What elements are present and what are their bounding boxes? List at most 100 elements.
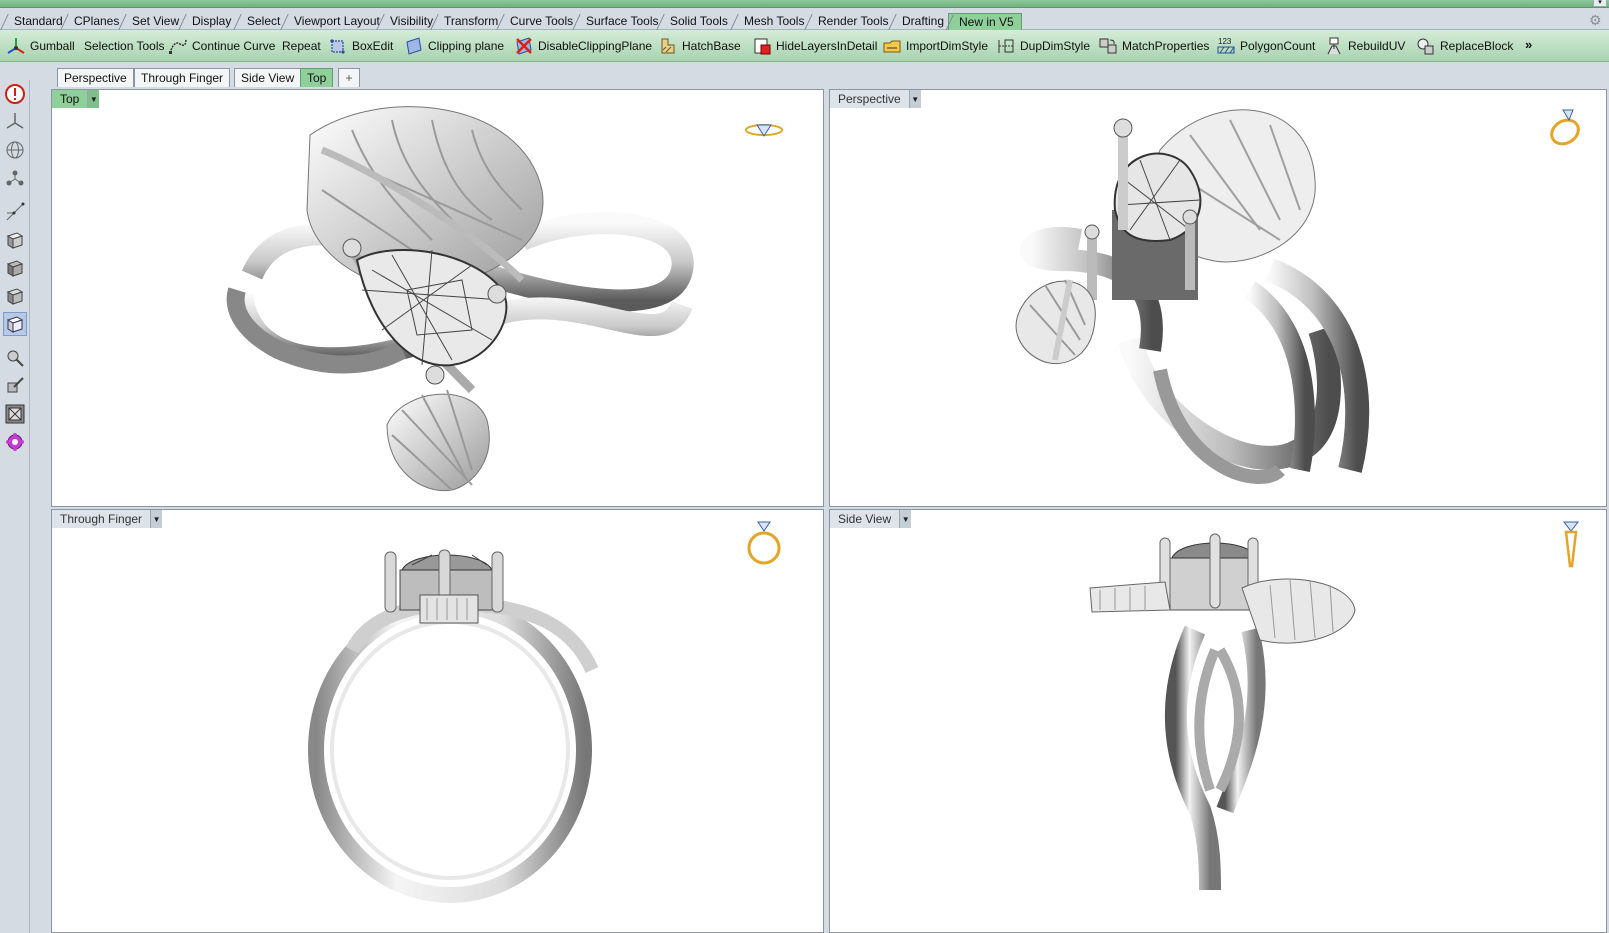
clipping-plane-button[interactable]: Clipping plane xyxy=(404,34,504,58)
left-tool-globe[interactable] xyxy=(3,138,27,162)
edit-pen-icon xyxy=(7,350,24,367)
polygon-count-label: PolygonCount xyxy=(1240,39,1316,53)
command-toolbar: Gumball Selection Tools Continue Curve R… xyxy=(0,30,1609,62)
viewport-side-view[interactable]: Side View ▼ xyxy=(829,509,1607,933)
ring-side-view xyxy=(1089,533,1356,891)
tab-mesh-tools[interactable]: Mesh Tools xyxy=(734,13,811,30)
hide-layers-in-detail-button[interactable]: HideLayersInDetail xyxy=(752,34,877,58)
tab-surface-tools[interactable]: Surface Tools xyxy=(576,13,666,30)
tab-top[interactable]: Top xyxy=(300,68,334,87)
hatchbase-icon xyxy=(661,38,675,54)
viewport-menu-arrow-icon[interactable]: ▼ xyxy=(150,510,163,528)
rebuild-uv-button[interactable]: RebuildUV xyxy=(1324,34,1405,58)
toolbar-group-tabs: Standard CPlanes Set View Display Select… xyxy=(0,10,1609,30)
hatchbase-button[interactable]: HatchBase xyxy=(658,34,741,58)
replace-block-button[interactable]: ReplaceBlock xyxy=(1416,34,1513,58)
viewport-side-view-label[interactable]: Side View ▼ xyxy=(830,510,912,528)
disable-clipping-plane-button[interactable]: DisableClippingPlane xyxy=(514,34,652,58)
box-view-3-icon xyxy=(6,288,24,305)
left-tool-cplane[interactable] xyxy=(3,110,27,134)
tab-solid-tools[interactable]: Solid Tools xyxy=(660,13,735,30)
tab-set-view[interactable]: Set View xyxy=(122,13,186,30)
scroll-arrow-icon[interactable]: ▾ xyxy=(1593,0,1607,7)
gumball-label: Gumball xyxy=(30,39,75,53)
tab-cplanes[interactable]: CPlanes xyxy=(64,13,126,30)
cplane-icon xyxy=(6,113,24,129)
viewport-top-label[interactable]: Top ▼ xyxy=(52,90,100,108)
viewport-perspective-label[interactable]: Perspective ▼ xyxy=(830,90,921,108)
ring-nav-perspective-icon[interactable] xyxy=(1545,104,1585,148)
tab-side-view[interactable]: Side View xyxy=(234,68,302,87)
left-tool-box-4[interactable] xyxy=(3,312,27,336)
viewport-menu-arrow-icon[interactable]: ▼ xyxy=(908,90,921,108)
box-view-2-icon xyxy=(6,260,24,277)
tab-curve-tools[interactable]: Curve Tools xyxy=(500,13,580,30)
continue-curve-icon xyxy=(169,38,187,54)
match-properties-button[interactable]: MatchProperties xyxy=(1098,34,1209,58)
tab-through-finger[interactable]: Through Finger xyxy=(134,68,231,87)
ring-nav-side-icon[interactable] xyxy=(1558,518,1584,570)
viewport-through-finger-label[interactable]: Through Finger ▼ xyxy=(52,510,163,528)
tab-select[interactable]: Select xyxy=(237,13,287,30)
left-tool-cut-pen[interactable] xyxy=(3,374,27,398)
toolbar-overflow-button[interactable]: » xyxy=(1525,37,1532,52)
points-icon xyxy=(6,202,25,221)
settings-gear-icon[interactable]: ⚙ xyxy=(1589,13,1603,27)
title-strip: ▾ xyxy=(0,0,1609,8)
selection-tools-label: Selection Tools xyxy=(84,39,165,53)
dup-dimstyle-button[interactable]: DupDimStyle xyxy=(996,34,1090,58)
cut-pen-icon xyxy=(7,377,24,393)
import-dimstyle-icon xyxy=(883,40,901,53)
tab-viewport-layout[interactable]: Viewport Layout xyxy=(284,13,387,30)
left-tool-boolean[interactable] xyxy=(3,402,27,426)
continue-curve-button[interactable]: Continue Curve xyxy=(168,34,275,58)
tab-standard[interactable]: Standard xyxy=(4,13,70,30)
info-icon xyxy=(5,84,25,104)
viewport-perspective[interactable]: Perspective ▼ xyxy=(829,89,1607,507)
polygon-count-button[interactable]: 123 PolygonCount xyxy=(1216,34,1315,58)
import-dimstyle-button[interactable]: ImportDimStyle xyxy=(882,34,988,58)
tab-perspective[interactable]: Perspective xyxy=(57,68,134,87)
viewport-menu-arrow-icon[interactable]: ▼ xyxy=(899,510,912,528)
left-tool-points[interactable] xyxy=(3,200,27,224)
match-properties-label: MatchProperties xyxy=(1122,39,1210,53)
add-viewport-tab-button[interactable]: + xyxy=(338,68,360,87)
rhino-window: ▾ Standard CPlanes Set View Display Sele… xyxy=(0,0,1609,933)
ring-through-finger-view xyxy=(308,549,599,903)
hatchbase-label: HatchBase xyxy=(682,39,741,53)
tab-display[interactable]: Display xyxy=(182,13,238,30)
boxedit-label: BoxEdit xyxy=(352,39,394,53)
viewport-menu-arrow-icon[interactable]: ▼ xyxy=(87,90,100,108)
clipping-plane-label: Clipping plane xyxy=(428,39,505,53)
viewport-through-finger[interactable]: Through Finger ▼ xyxy=(51,509,824,933)
gumball-icon xyxy=(7,38,25,54)
selection-tools-button[interactable]: Selection Tools xyxy=(84,34,165,58)
plugin-gear-icon xyxy=(6,433,24,451)
left-tool-box-2[interactable] xyxy=(3,256,27,280)
left-tool-plugin[interactable] xyxy=(3,430,27,454)
ring-nav-top-icon[interactable] xyxy=(744,118,784,142)
left-tool-edit-pen[interactable] xyxy=(3,346,27,370)
gumball-axes-icon xyxy=(6,170,24,186)
dup-dimstyle-label: DupDimStyle xyxy=(1020,39,1091,53)
left-tool-axes[interactable] xyxy=(3,166,27,190)
tab-render-tools[interactable]: Render Tools xyxy=(808,13,896,30)
tab-new-in-v5[interactable]: New in V5 xyxy=(948,13,1022,30)
left-tool-box-1[interactable] xyxy=(3,228,27,252)
svg-text:123: 123 xyxy=(1218,37,1232,46)
repeat-button[interactable]: Repeat xyxy=(282,34,321,58)
left-tool-box-3[interactable] xyxy=(3,284,27,308)
repeat-label: Repeat xyxy=(282,39,321,53)
tab-transform[interactable]: Transform xyxy=(434,13,505,30)
viewport-top[interactable]: Top ▼ xyxy=(51,89,824,507)
left-tool-info[interactable] xyxy=(3,82,27,106)
gumball-button[interactable]: Gumball xyxy=(6,34,75,58)
boxedit-button[interactable]: BoxEdit xyxy=(328,34,393,58)
hide-layers-icon xyxy=(754,38,771,55)
rebuild-uv-icon xyxy=(1327,37,1341,55)
ring-nav-finger-icon[interactable] xyxy=(744,518,784,568)
hide-layers-label: HideLayersInDetail xyxy=(776,39,878,53)
match-properties-icon xyxy=(1099,38,1117,54)
replace-block-label: ReplaceBlock xyxy=(1440,39,1514,53)
tab-drafting[interactable]: Drafting xyxy=(892,13,951,30)
